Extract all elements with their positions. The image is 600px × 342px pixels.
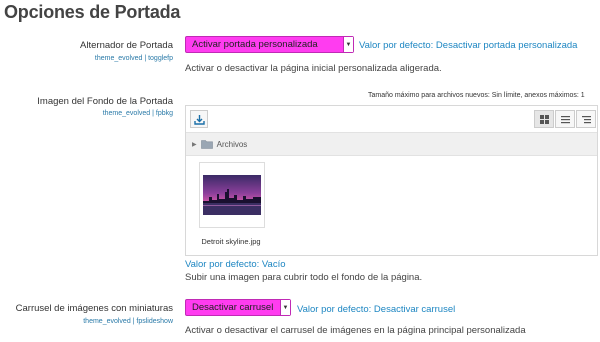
list-view-icon xyxy=(560,115,570,123)
toggle-setting-key: theme_evolved | togglefp xyxy=(94,55,173,62)
file-thumbnail[interactable] xyxy=(199,162,265,228)
folder-icon xyxy=(200,140,213,149)
folder-name[interactable]: Archivos xyxy=(217,140,248,149)
carousel-setting-label: Carrusel de imágenes con miniaturas xyxy=(15,303,173,314)
toggle-select[interactable]: Activar portada personalizada ▼ xyxy=(185,36,354,53)
path-bar: ▶ Archivos xyxy=(186,132,597,156)
dropdown-arrow-icon: ▼ xyxy=(343,37,353,52)
grid-view-icon xyxy=(539,114,549,124)
download-arrow-icon xyxy=(193,114,205,125)
carousel-select[interactable]: Desactivar carrusel ▼ xyxy=(185,299,291,316)
toggle-default-value: Valor por defecto: Desactivar portada pe… xyxy=(359,40,578,51)
carousel-description: Activar o desactivar el carrusel de imág… xyxy=(185,325,526,336)
triangle-right-icon[interactable]: ▶ xyxy=(192,141,197,148)
page-title: Opciones de Portada xyxy=(4,2,181,22)
background-setting-key: theme_evolved | fpbkg xyxy=(102,110,173,117)
toggle-select-value: Activar portada personalizada xyxy=(192,39,318,50)
tree-view-icon xyxy=(581,115,591,123)
list-view-button[interactable] xyxy=(555,110,575,128)
background-setting-label: Imagen del Fondo de la Portada xyxy=(37,96,173,107)
carousel-setting-key: theme_evolved | fpslideshow xyxy=(83,318,173,325)
file-manager-toolbar xyxy=(186,106,597,131)
background-default-value: Valor por defecto: Vacío xyxy=(185,259,286,270)
background-description: Subir una imagen para cubrir todo el fon… xyxy=(185,272,423,283)
add-file-button[interactable] xyxy=(190,110,208,128)
max-size-note: Tamaño máximo para archivos nuevos: Sin … xyxy=(368,92,585,99)
toggle-setting-label: Alternador de Portada xyxy=(80,40,173,51)
file-name[interactable]: Detroit skyline.jpg xyxy=(191,237,271,246)
grid-view-button[interactable] xyxy=(534,110,554,128)
carousel-select-value: Desactivar carrusel xyxy=(192,302,274,313)
tree-view-button[interactable] xyxy=(576,110,596,128)
file-manager: ▶ Archivos Detroit skyline.jpg xyxy=(185,105,598,256)
skyline-image-icon xyxy=(203,175,261,215)
carousel-default-value: Valor por defecto: Desactivar carrusel xyxy=(297,304,456,315)
toggle-description: Activar o desactivar la página inicial p… xyxy=(185,63,442,74)
dropdown-arrow-icon: ▼ xyxy=(280,300,290,315)
